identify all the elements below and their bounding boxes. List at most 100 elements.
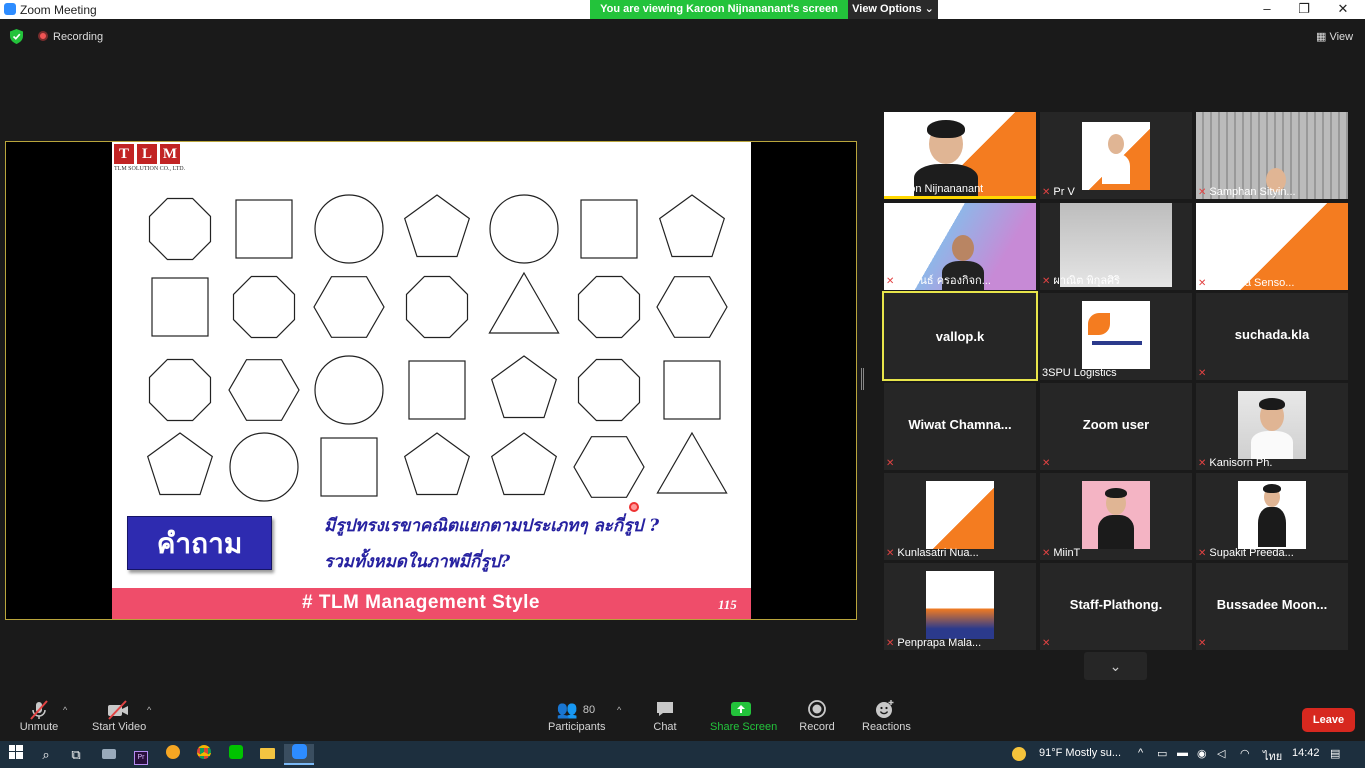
- shape-triangle: [656, 431, 728, 494]
- muted-mic-icon: ✕: [1042, 187, 1051, 198]
- view-button[interactable]: ▦ View: [1316, 30, 1353, 43]
- shape-pentagon: [403, 432, 471, 496]
- participants-options-caret-icon[interactable]: ^: [617, 705, 621, 715]
- participants-button[interactable]: 👥 80 Participants: [548, 699, 605, 733]
- battery-icon[interactable]: ▬: [1177, 747, 1188, 759]
- tray-chevron-up-icon[interactable]: ^: [1138, 747, 1143, 759]
- video-feed: [1082, 301, 1150, 369]
- weather-sun-icon[interactable]: [1012, 747, 1026, 761]
- share-screen-button[interactable]: Share Screen: [710, 699, 777, 733]
- shape-hexagon: [573, 436, 645, 498]
- input-language-indicator[interactable]: ไทย: [1263, 747, 1282, 765]
- windows-taskbar: ⌕ ⧉ Pr 91°F Mostly su... ^ ▭ ▬ ◉ ◁ ◠ ไทย…: [0, 741, 1365, 768]
- participant-tile[interactable]: ✕ Samphan Sityin...: [1196, 112, 1348, 199]
- zoom-taskbar-icon[interactable]: [284, 744, 314, 765]
- participant-tile[interactable]: Bussadee Moon... ✕: [1196, 563, 1348, 650]
- video-off-icon: [92, 699, 144, 721]
- participant-tile[interactable]: Karoon Nijnananant: [884, 112, 1036, 199]
- participant-tile[interactable]: Staff-Plathong. ✕: [1040, 563, 1192, 650]
- participant-name: Karoon Nijnananant: [886, 183, 984, 195]
- shape-square: [663, 360, 721, 420]
- record-icon: [799, 699, 835, 721]
- participant-tile[interactable]: ✕ Pr V: [1040, 112, 1192, 199]
- leave-meeting-button[interactable]: Leave: [1302, 708, 1355, 732]
- shape-square: [580, 199, 638, 259]
- shape-circle: [314, 355, 384, 425]
- muted-mic-icon: ✕: [1198, 638, 1207, 649]
- shape-octagon: [577, 358, 641, 422]
- start-video-button[interactable]: Start Video: [92, 699, 146, 733]
- app-orange-icon[interactable]: [162, 744, 184, 765]
- participant-tile[interactable]: suchada.kla ✕: [1196, 293, 1348, 380]
- muted-mic-icon: ✕: [1198, 278, 1207, 289]
- notifications-icon[interactable]: ▤: [1330, 747, 1340, 760]
- line-app-icon[interactable]: [225, 744, 247, 765]
- record-button[interactable]: Record: [799, 699, 835, 733]
- participant-name: 3SPU Logistics: [1042, 367, 1117, 379]
- participant-tile[interactable]: ✕ Supakit Preeda...: [1196, 473, 1348, 560]
- shape-pentagon: [658, 194, 726, 258]
- participant-name: Bussadee Moon...: [1216, 597, 1328, 612]
- network-icon[interactable]: ▭: [1157, 747, 1167, 760]
- participant-name: Wiwat Chamna...: [908, 417, 1012, 432]
- participant-tile[interactable]: ✕ ผาณิต พิกุลศิริ: [1040, 203, 1192, 290]
- view-options-button[interactable]: View Options ⌄: [848, 0, 938, 19]
- recording-indicator[interactable]: Recording: [38, 31, 103, 43]
- close-button[interactable]: ✕: [1328, 0, 1358, 19]
- participant-name: Staff-Plathong.: [1069, 597, 1163, 612]
- windows-start-icon[interactable]: [5, 744, 27, 765]
- minimize-button[interactable]: –: [1252, 0, 1282, 19]
- question-line-2: รวมทั้งหมดในภาพมีกี่รูป?: [324, 552, 511, 572]
- search-icon[interactable]: ⌕: [35, 744, 57, 765]
- window-title: Zoom Meeting: [20, 3, 97, 17]
- wifi-icon[interactable]: ◠: [1240, 747, 1250, 760]
- participant-tile[interactable]: Zoom user ✕: [1040, 383, 1192, 470]
- muted-mic-icon: ✕: [1042, 548, 1051, 559]
- participants-icon: 👥: [556, 700, 579, 719]
- task-view-icon[interactable]: ⧉: [65, 744, 87, 765]
- zoom-tray-icon[interactable]: ◉: [1197, 747, 1207, 760]
- participant-tile[interactable]: ✕ Kunlasatri Nua...: [884, 473, 1036, 560]
- shape-octagon: [232, 275, 296, 339]
- shape-circle: [314, 194, 384, 264]
- participant-tile-active[interactable]: vallop.k: [882, 291, 1038, 381]
- reactions-button[interactable]: Reactions: [862, 699, 911, 733]
- shape-octagon: [148, 358, 212, 422]
- premiere-pro-icon[interactable]: Pr: [130, 744, 152, 765]
- zoom-app-icon: [4, 3, 16, 15]
- smiley-plus-icon: [862, 699, 908, 721]
- file-explorer-icon[interactable]: [256, 744, 278, 765]
- encryption-shield-icon[interactable]: [10, 29, 23, 44]
- participant-name: ✕ สันฟันธ์ ครองกิจก...: [886, 275, 991, 287]
- audio-options-caret-icon[interactable]: ^: [63, 705, 67, 715]
- panel-resize-handle[interactable]: [861, 368, 864, 390]
- participant-tile[interactable]: ✕ Supattra Senso...: [1196, 203, 1348, 290]
- gallery-next-page-chevron-icon[interactable]: ⌄: [1084, 652, 1147, 680]
- muted-mic-icon: ✕: [886, 458, 895, 469]
- shape-square: [320, 437, 378, 497]
- participant-tile[interactable]: Wiwat Chamna... ✕: [884, 383, 1036, 470]
- maximize-button[interactable]: ❐: [1289, 0, 1319, 19]
- unmute-button[interactable]: Unmute: [18, 699, 60, 733]
- participant-tile[interactable]: ✕ สันฟันธ์ ครองกิจก...: [884, 203, 1036, 290]
- participant-tile[interactable]: ✕ Penprapa Mala...: [884, 563, 1036, 650]
- shape-pentagon: [490, 355, 558, 419]
- chat-button[interactable]: Chat: [650, 699, 680, 733]
- clock[interactable]: 14:42: [1292, 747, 1320, 759]
- snipping-tool-icon[interactable]: [98, 744, 120, 765]
- participant-tile[interactable]: ✕ MiinT: [1040, 473, 1192, 560]
- muted-mic-icon: ✕: [1198, 458, 1207, 469]
- video-options-caret-icon[interactable]: ^: [147, 705, 151, 715]
- shared-screen: T L M TLM SOLUTION CO., LTD. คำถาม มีรูป…: [5, 141, 857, 620]
- shape-pentagon: [490, 432, 558, 496]
- participants-count: 80: [582, 704, 596, 716]
- weather-widget[interactable]: 91°F Mostly su...: [1039, 747, 1121, 759]
- participant-tile[interactable]: ✕ Kanisorn Ph.: [1196, 383, 1348, 470]
- participant-name: ✕ Kanisorn Ph.: [1198, 457, 1273, 469]
- volume-icon[interactable]: ◁: [1217, 747, 1225, 760]
- chrome-icon[interactable]: [193, 744, 215, 765]
- participant-name: ✕ Kunlasatri Nua...: [886, 547, 979, 559]
- participant-name: ✕ Samphan Sityin...: [1198, 186, 1296, 198]
- participant-name: ✕ Pr V: [1042, 186, 1075, 198]
- participant-tile[interactable]: 3SPU Logistics: [1040, 293, 1192, 380]
